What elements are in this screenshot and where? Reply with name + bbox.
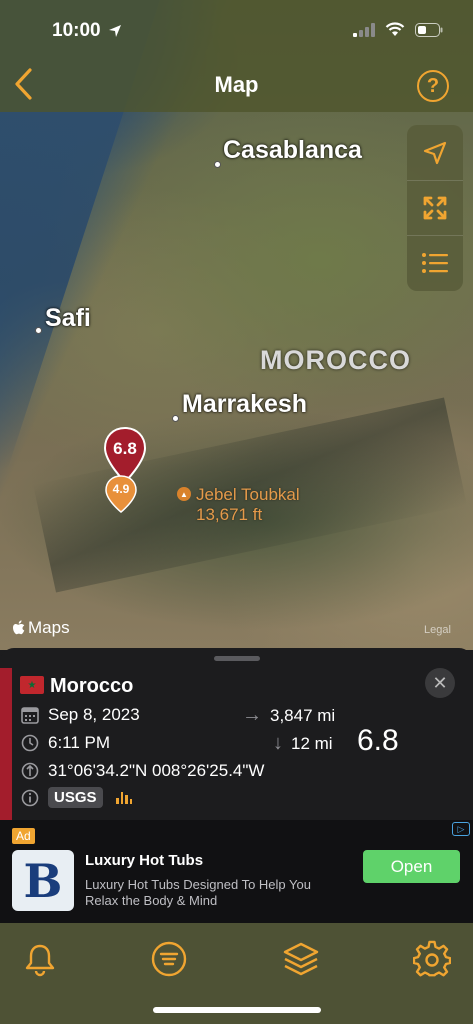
ad-choices-icon[interactable]: ▷ bbox=[452, 822, 470, 836]
apple-maps-attribution: Maps bbox=[12, 618, 70, 638]
city-label-marrakesh[interactable]: Marrakesh bbox=[182, 390, 307, 419]
status-icons bbox=[353, 22, 443, 37]
list-circle-icon bbox=[151, 941, 187, 977]
battery-icon bbox=[415, 22, 443, 37]
ad-title[interactable]: Luxury Hot Tubs bbox=[85, 852, 203, 869]
arrow-down-icon: ↓ bbox=[273, 732, 283, 754]
peak-elevation: 13,671 ft bbox=[196, 505, 263, 524]
depth-info: ↓ 12 mi bbox=[273, 732, 333, 755]
tab-notifications[interactable] bbox=[20, 939, 60, 979]
earthquake-detail-panel[interactable]: ★ Morocco ✕ Sep 8, 2023 6:11 PM 31°06'34… bbox=[0, 648, 473, 820]
magnitude-value: 6.8 bbox=[357, 724, 399, 757]
peak-name: Jebel Toubkal bbox=[196, 485, 300, 504]
distance-info: → 3,847 mi bbox=[242, 704, 335, 727]
magnitude-accent-bar bbox=[0, 668, 12, 820]
city-dot-casablanca bbox=[214, 161, 221, 168]
country-name: Morocco bbox=[50, 675, 134, 697]
sheet-grabber[interactable] bbox=[214, 656, 260, 661]
wifi-icon bbox=[385, 22, 405, 36]
ad-logo[interactable]: B bbox=[12, 850, 74, 911]
fit-map-button[interactable] bbox=[407, 180, 463, 235]
event-coordinates[interactable]: 31°06'34.2"N 008°26'25.4"W bbox=[48, 761, 264, 781]
legal-link[interactable]: Legal bbox=[424, 624, 451, 636]
seismograph-icon[interactable] bbox=[116, 790, 132, 804]
list-button[interactable] bbox=[407, 235, 463, 290]
calendar-icon bbox=[21, 706, 39, 724]
info-icon[interactable] bbox=[21, 789, 39, 807]
ad-label: Ad bbox=[12, 828, 35, 844]
pin-magnitude-label: 4.9 bbox=[113, 482, 130, 496]
layers-icon bbox=[283, 942, 319, 976]
ad-open-button[interactable]: Open bbox=[363, 850, 460, 883]
help-button[interactable]: ? bbox=[417, 70, 449, 102]
morocco-flag-icon: ★ bbox=[20, 676, 44, 694]
tab-layers[interactable] bbox=[281, 939, 321, 979]
status-bar: 10:00 bbox=[0, 0, 473, 60]
page-title: Map bbox=[214, 72, 259, 97]
expand-icon bbox=[423, 196, 447, 220]
location-services-icon bbox=[109, 25, 121, 37]
locate-button[interactable] bbox=[407, 125, 463, 180]
depth-value: 12 mi bbox=[291, 733, 333, 753]
peak-label[interactable]: Jebel Toubkal 13,671 ft bbox=[196, 485, 300, 525]
event-date: Sep 8, 2023 bbox=[48, 705, 140, 724]
close-button[interactable]: ✕ bbox=[425, 668, 455, 698]
event-time: 6:11 PM bbox=[48, 733, 111, 752]
city-label-safi[interactable]: Safi bbox=[45, 304, 91, 333]
city-dot-marrakesh bbox=[172, 415, 179, 422]
home-indicator bbox=[153, 1007, 321, 1013]
location-pin-icon bbox=[21, 762, 39, 780]
list-icon bbox=[422, 253, 448, 273]
pin-magnitude-label: 6.8 bbox=[113, 439, 137, 458]
maps-attribution-text: Maps bbox=[28, 618, 70, 637]
city-dot-safi bbox=[35, 327, 42, 334]
country-label: MOROCCO bbox=[260, 345, 411, 375]
distance-value: 3,847 mi bbox=[270, 705, 336, 725]
tab-settings[interactable] bbox=[412, 939, 452, 979]
bell-icon bbox=[25, 944, 55, 977]
cellular-signal-icon bbox=[353, 22, 375, 37]
clock-icon bbox=[21, 734, 39, 752]
ad-banner[interactable]: Ad ▷ B Luxury Hot Tubs Luxury Hot Tubs D… bbox=[0, 820, 473, 923]
mountain-icon: ▲ bbox=[177, 487, 191, 501]
apple-icon bbox=[13, 620, 25, 635]
map-controls bbox=[407, 125, 463, 291]
earthquake-pin-4-9[interactable]: 4.9 bbox=[104, 474, 138, 514]
navigation-bar: 10:00 Map ? bbox=[0, 0, 473, 112]
gear-icon bbox=[413, 940, 451, 977]
source-badge[interactable]: USGS bbox=[48, 787, 103, 808]
ad-description: Luxury Hot Tubs Designed To Help You Rel… bbox=[85, 877, 311, 908]
location-arrow-icon bbox=[423, 141, 447, 164]
tab-list[interactable] bbox=[149, 939, 189, 979]
status-time: 10:00 bbox=[52, 20, 101, 41]
city-label-casablanca[interactable]: Casablanca bbox=[223, 136, 362, 165]
arrow-right-icon: → bbox=[242, 704, 262, 726]
